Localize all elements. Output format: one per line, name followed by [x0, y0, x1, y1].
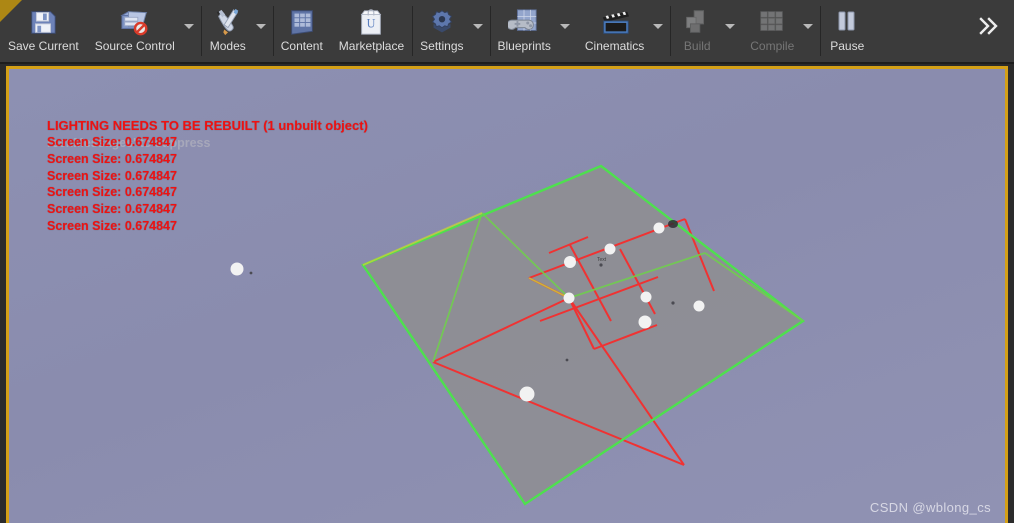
content-label: Content — [280, 39, 323, 53]
build-dropdown-arrow[interactable] — [724, 0, 742, 62]
modes-label: Modes — [209, 39, 246, 53]
settings-label: Settings — [420, 39, 464, 53]
toolbar-group-modes: Modes — [200, 0, 273, 62]
main-toolbar: Save Current Source Control Modes Conten… — [0, 0, 1014, 64]
sphere-actor — [230, 262, 244, 276]
clapperboard-icon — [597, 7, 633, 37]
source-control-icon — [117, 7, 153, 37]
gear-icon — [424, 7, 460, 37]
source-control-button[interactable]: Source Control — [87, 0, 183, 62]
sphere-actor — [640, 291, 652, 303]
pause-button[interactable]: Pause — [820, 0, 874, 62]
modes-button[interactable]: Modes — [201, 0, 255, 62]
blueprints-label: Blueprints — [497, 39, 551, 53]
toolbar-group-play: Pause — [820, 0, 874, 62]
build-button[interactable]: Build — [670, 0, 724, 62]
chevron-down-icon — [183, 24, 194, 29]
toolbar-overflow-button[interactable] — [964, 0, 1014, 62]
double-chevron-right-icon — [979, 17, 998, 35]
pause-icon — [829, 7, 865, 37]
toolbar-group-file: Save Current Source Control — [0, 0, 201, 62]
content-browser-icon — [284, 7, 320, 37]
compile-label: Compile — [750, 39, 795, 53]
source-control-dropdown-arrow[interactable] — [183, 0, 201, 62]
blueprints-dropdown-arrow[interactable] — [559, 0, 577, 62]
content-button[interactable]: Content — [273, 0, 331, 62]
sphere-actor — [564, 256, 576, 268]
cinematics-button[interactable]: Cinematics — [577, 0, 652, 62]
chevron-down-icon — [803, 24, 814, 29]
corner-marker — [0, 0, 22, 22]
chevron-down-icon — [559, 24, 570, 29]
save-current-label: Save Current — [8, 39, 79, 53]
svg-text:U: U — [367, 17, 376, 31]
build-blocks-icon — [679, 7, 715, 37]
floppy-disk-icon — [25, 7, 61, 37]
toolbar-group-build: Build Compile — [670, 0, 820, 62]
marketplace-bag-icon: U — [353, 7, 389, 37]
marketplace-label: Marketplace — [338, 39, 405, 53]
sphere-actor — [693, 300, 705, 312]
cinematics-dropdown-arrow[interactable] — [652, 0, 670, 62]
marketplace-button[interactable]: U Marketplace — [331, 0, 412, 62]
toolbar-group-settings: Settings — [412, 0, 489, 62]
wrench-screwdriver-icon — [210, 7, 246, 37]
cinematics-label: Cinematics — [584, 39, 645, 53]
sphere-actor — [563, 292, 575, 304]
compile-dropdown-arrow[interactable] — [802, 0, 820, 62]
blueprints-button[interactable]: Blueprints — [490, 0, 559, 62]
ground-plane — [363, 166, 803, 504]
chevron-down-icon — [653, 24, 664, 29]
scene-tiny-label: Text — [597, 257, 607, 263]
settings-dropdown-arrow[interactable] — [472, 0, 490, 62]
build-label: Build — [683, 39, 711, 53]
toolbar-group-blueprints: Blueprints Cinematics — [489, 0, 671, 62]
level-viewport-frame[interactable]: Text reenMessages' to suppress LIGHTING … — [6, 66, 1008, 523]
gamepad-blueprint-icon — [506, 7, 542, 37]
sphere-actor — [653, 222, 665, 234]
level-viewport[interactable]: Text reenMessages' to suppress LIGHTING … — [9, 69, 1005, 523]
chevron-down-icon — [255, 24, 266, 29]
pause-label: Pause — [830, 39, 865, 53]
compile-button[interactable]: Compile — [742, 0, 802, 62]
sphere-actor — [604, 243, 616, 255]
editor-window: Save Current Source Control Modes Conten… — [0, 0, 1014, 523]
modes-dropdown-arrow[interactable] — [255, 0, 273, 62]
toolbar-group-browse: Content U Marketplace — [272, 0, 412, 62]
viewport-3d-scene: Text — [230, 164, 806, 506]
source-control-label: Source Control — [94, 39, 175, 53]
chevron-down-icon — [725, 24, 736, 29]
sphere-actor — [638, 315, 652, 329]
settings-button[interactable]: Settings — [412, 0, 471, 62]
compile-cubes-icon — [754, 7, 790, 37]
sphere-actor — [519, 386, 535, 402]
chevron-down-icon — [472, 24, 483, 29]
